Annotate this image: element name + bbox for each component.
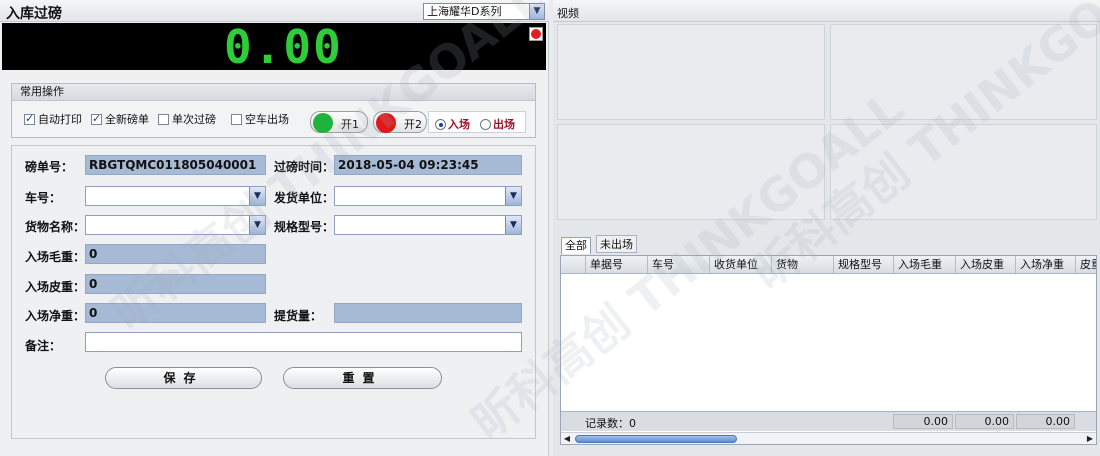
video-cell-3[interactable] xyxy=(557,124,825,220)
row-selector-header xyxy=(561,256,585,274)
video-cell-2[interactable] xyxy=(830,24,1097,120)
video-title-bar: 视频 xyxy=(553,0,1100,22)
column-header[interactable]: 收货单位 xyxy=(709,256,771,274)
tab-all[interactable]: 全部 xyxy=(561,237,591,254)
radio-label: 出场 xyxy=(493,118,515,131)
scale-model-select[interactable]: 上海耀华D系列 ▼ xyxy=(423,3,545,20)
column-header[interactable]: 皮重 xyxy=(1075,256,1096,274)
record-count: 记录数：0 xyxy=(585,417,636,430)
tare-weight-label: 入场皮重： xyxy=(25,280,86,294)
checkbox-label: 单次过磅 xyxy=(172,113,216,126)
red-light-icon xyxy=(376,113,396,133)
scroll-left-icon[interactable]: ◀ xyxy=(561,433,573,444)
checkbox-icon[interactable] xyxy=(91,112,102,125)
net-weight-field: 0 xyxy=(85,303,266,323)
chevron-down-icon[interactable]: ▼ xyxy=(529,4,544,19)
column-header[interactable]: 单据号 xyxy=(585,256,647,274)
chevron-down-icon[interactable]: ▼ xyxy=(505,216,521,234)
goods-name-combo[interactable]: ▼ xyxy=(85,215,266,235)
scale-model-value: 上海耀华D系列 xyxy=(427,5,502,18)
goods-name-label: 货物名称： xyxy=(25,220,86,234)
ticket-number-label: 磅单号： xyxy=(25,160,74,174)
direction-radio-group: 入场 出场 xyxy=(428,111,526,133)
pickup-amount-label: 提货量： xyxy=(274,309,323,323)
column-header[interactable]: 车号 xyxy=(647,256,709,274)
weighing-panel: 入库过磅 上海耀华D系列 ▼ 0.00 常用操作 自动打印 全新磅单 单次过磅 … xyxy=(0,0,549,456)
switch-label: 开1 xyxy=(341,118,359,131)
column-header[interactable]: 入场毛重 xyxy=(893,256,955,274)
video-cell-4[interactable] xyxy=(830,124,1097,220)
weigh-time-label: 过磅时间： xyxy=(274,160,335,174)
radio-icon[interactable] xyxy=(435,119,446,130)
car-number-label: 车号： xyxy=(25,191,62,205)
group-title: 常用操作 xyxy=(12,84,535,101)
radio-entry[interactable]: 入场 xyxy=(435,116,470,132)
scrollbar-thumb[interactable] xyxy=(575,435,737,443)
chevron-down-icon[interactable]: ▼ xyxy=(505,187,521,205)
car-number-combo[interactable]: ▼ xyxy=(85,186,266,206)
reset-button[interactable]: 重置 xyxy=(283,367,442,389)
sum-gross: 0.00 xyxy=(893,414,953,429)
radio-icon[interactable] xyxy=(480,119,491,130)
gate-switch-1[interactable]: 开1 xyxy=(310,111,368,133)
checkbox-icon[interactable] xyxy=(231,114,242,125)
gross-weight-field: 0 xyxy=(85,244,266,264)
weigh-time-field: 2018-05-04 09:23:45 xyxy=(334,155,522,175)
switch-label: 开2 xyxy=(404,118,422,131)
spec-combo[interactable]: ▼ xyxy=(334,215,522,235)
radio-exit[interactable]: 出场 xyxy=(480,116,515,132)
radio-label: 入场 xyxy=(448,118,470,131)
alarm-indicator-icon xyxy=(529,27,543,41)
sum-net: 0.00 xyxy=(1016,414,1075,429)
records-panel: 视频 全部 未出场 单据号 车号 收货单位 货物 规格型号 入场毛重 入场皮重 … xyxy=(553,0,1100,456)
records-table: 单据号 车号 收货单位 货物 规格型号 入场毛重 入场皮重 入场净重 皮重 记录… xyxy=(560,255,1097,445)
video-cell-1[interactable] xyxy=(557,24,825,120)
sender-label: 发货单位： xyxy=(274,191,335,205)
column-header[interactable]: 入场净重 xyxy=(1015,256,1075,274)
checkbox-label: 全新磅单 xyxy=(105,113,149,126)
checkbox-icon[interactable] xyxy=(158,114,169,125)
tare-weight-field: 0 xyxy=(85,274,266,294)
green-light-icon xyxy=(313,113,333,133)
new-ticket-checkbox[interactable]: 全新磅单 xyxy=(91,112,149,126)
weight-value: 0.00 xyxy=(224,20,343,74)
gate-switch-2[interactable]: 开2 xyxy=(373,111,427,133)
sum-tare: 0.00 xyxy=(955,414,1014,429)
weight-display: 0.00 xyxy=(2,20,546,74)
checkbox-icon[interactable] xyxy=(24,112,35,125)
column-header[interactable]: 规格型号 xyxy=(833,256,893,274)
tab-not-exited[interactable]: 未出场 xyxy=(596,235,637,253)
single-weigh-checkbox[interactable]: 单次过磅 xyxy=(158,113,216,126)
chevron-down-icon[interactable]: ▼ xyxy=(249,216,265,234)
spec-label: 规格型号： xyxy=(274,220,335,234)
panel-title: 入库过磅 xyxy=(6,6,62,22)
checkbox-label: 自动打印 xyxy=(38,113,82,126)
table-header: 单据号 车号 收货单位 货物 规格型号 入场毛重 入场皮重 入场净重 皮重 xyxy=(561,256,1096,274)
save-button[interactable]: 保存 xyxy=(105,367,262,389)
remark-input[interactable] xyxy=(85,332,522,352)
horizontal-scrollbar[interactable]: ◀ ▶ xyxy=(561,432,1096,444)
scroll-right-icon[interactable]: ▶ xyxy=(1084,433,1096,444)
panel-title-bar: 入库过磅 上海耀华D系列 ▼ xyxy=(0,0,549,22)
chevron-down-icon[interactable]: ▼ xyxy=(249,187,265,205)
ticket-number-field: RBGTQMC011805040001 xyxy=(85,155,266,175)
table-summary-row: 记录数：0 0.00 0.00 0.00 xyxy=(561,411,1096,431)
column-header[interactable]: 入场皮重 xyxy=(955,256,1015,274)
checkbox-label: 空车出场 xyxy=(245,113,289,126)
pickup-amount-field[interactable] xyxy=(334,303,522,323)
auto-print-checkbox[interactable]: 自动打印 xyxy=(24,112,82,126)
video-title: 视频 xyxy=(557,7,579,20)
empty-exit-checkbox[interactable]: 空车出场 xyxy=(231,113,289,126)
net-weight-label: 入场净重： xyxy=(25,309,86,323)
gross-weight-label: 入场毛重： xyxy=(25,250,86,264)
sender-combo[interactable]: ▼ xyxy=(334,186,522,206)
column-header[interactable]: 货物 xyxy=(771,256,833,274)
remark-label: 备注： xyxy=(25,339,62,353)
